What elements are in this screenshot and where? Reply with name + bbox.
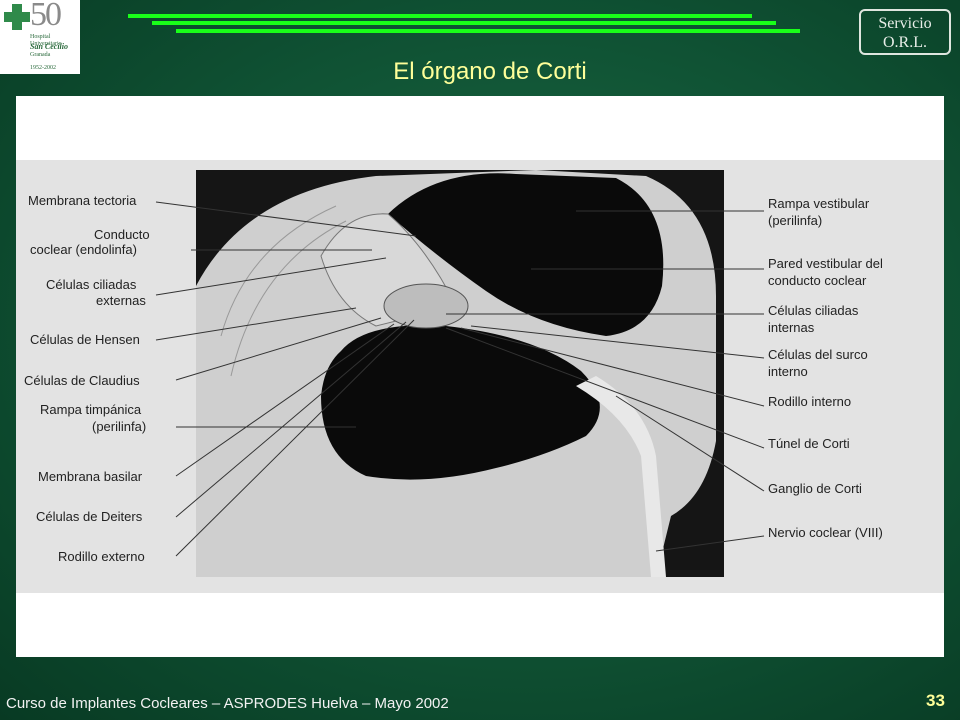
cross-icon bbox=[4, 4, 30, 30]
footer-text: Curso de Implantes Cocleares – ASPRODES … bbox=[6, 695, 449, 712]
label-rampa-vestibular-2: (perilinfa) bbox=[768, 213, 822, 228]
label-celulas-hensen: Células de Hensen bbox=[30, 332, 140, 347]
label-pared-vestibular-1: Pared vestibular del bbox=[768, 256, 883, 271]
label-celulas-surco-1: Células del surco bbox=[768, 347, 868, 362]
logo-number: 50 bbox=[30, 0, 62, 33]
label-rampa-timpanica-2: (perilinfa) bbox=[92, 419, 146, 434]
service-badge: Servicio O.R.L. bbox=[859, 9, 951, 55]
service-badge-line2: O.R.L. bbox=[883, 34, 927, 51]
decorative-line-2 bbox=[152, 21, 776, 25]
label-membrana-tectoria: Membrana tectoria bbox=[28, 193, 137, 208]
label-membrana-basilar: Membrana basilar bbox=[38, 469, 143, 484]
page-number: 33 bbox=[926, 691, 945, 710]
label-celulas-ciliadas-internas-2: internas bbox=[768, 320, 815, 335]
label-ganglio-corti: Ganglio de Corti bbox=[768, 481, 862, 496]
slide-title: El órgano de Corti bbox=[393, 58, 587, 85]
organ-of-corti bbox=[383, 283, 469, 329]
label-nervio-coclear: Nervio coclear (VIII) bbox=[768, 525, 883, 540]
diagram-panel: Membrana tectoria Conducto coclear (endo… bbox=[16, 96, 944, 657]
label-celulas-claudius: Células de Claudius bbox=[24, 373, 140, 388]
label-celulas-ciliadas-internas-1: Células ciliadas bbox=[768, 303, 859, 318]
label-celulas-ciliadas-externas-2: externas bbox=[96, 293, 146, 308]
label-celulas-ciliadas-externas-1: Células ciliadas bbox=[46, 277, 137, 292]
organ-of-corti-diagram: Membrana tectoria Conducto coclear (endo… bbox=[24, 170, 883, 577]
label-celulas-surco-2: interno bbox=[768, 364, 808, 379]
logo-line2: San Cecilio bbox=[30, 42, 69, 51]
decorative-line-3 bbox=[176, 29, 800, 33]
decorative-line-1 bbox=[128, 14, 752, 18]
label-tunel-corti: Túnel de Corti bbox=[768, 436, 850, 451]
label-conducto: Conducto bbox=[94, 227, 150, 242]
label-rodillo-interno: Rodillo interno bbox=[768, 394, 851, 409]
label-celulas-deiters: Células de Deiters bbox=[36, 509, 143, 524]
label-pared-vestibular-2: conducto coclear bbox=[768, 273, 867, 288]
label-rampa-vestibular-1: Rampa vestibular bbox=[768, 196, 870, 211]
label-rampa-timpanica-1: Rampa timpánica bbox=[40, 402, 142, 417]
service-badge-line1: Servicio bbox=[878, 15, 932, 32]
label-conducto-coclear: coclear (endolinfa) bbox=[30, 242, 137, 257]
label-rodillo-externo: Rodillo externo bbox=[58, 549, 145, 564]
